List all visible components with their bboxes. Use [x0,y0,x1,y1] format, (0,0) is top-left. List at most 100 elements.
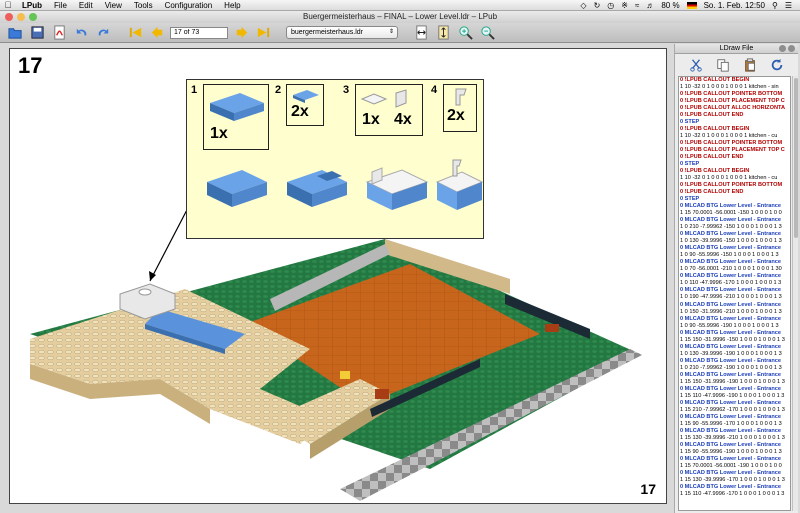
code-line[interactable]: 1 0 130 -39.9996 -190 1 0 0 0 1 0 0 0 1 … [679,351,790,358]
code-line[interactable]: 1 15 90 -55.9996 -190 1 0 0 0 1 0 0 0 1 … [679,449,790,456]
code-line[interactable]: 0 STEP [679,161,790,168]
code-line[interactable]: 1 10 -32 0 1 0 0 0 1 0 0 0 1 kitchen - s… [679,84,790,91]
next-page-button[interactable] [232,25,250,41]
page-number-input[interactable] [170,26,228,39]
code-line[interactable]: 1 15 150 -31.9996 -190 1 0 0 0 1 0 0 0 1… [679,379,790,386]
menu-help[interactable]: Help [218,0,246,11]
open-button[interactable] [6,25,24,41]
code-line[interactable]: 0 MLCAD BTG Lower Level - Entrance [679,259,790,266]
code-line[interactable]: 0 MLCAD BTG Lower Level - Entrance [679,470,790,477]
code-line[interactable]: 1 0 110 -47.9996 -170 1 0 0 0 1 0 0 0 1 … [679,280,790,287]
code-line[interactable]: 0 STEP [679,119,790,126]
fit-width-button[interactable] [412,25,430,41]
code-line[interactable]: 0 !LPUB CALLOUT END [679,112,790,119]
code-line[interactable]: 0 STEP [679,196,790,203]
code-line[interactable]: 0 MLCAD BTG Lower Level - Entrance [679,400,790,407]
last-page-button[interactable] [254,25,272,41]
code-line[interactable]: 0 MLCAD BTG Lower Level - Entrance [679,414,790,421]
save-button[interactable] [28,25,46,41]
refresh-icon[interactable] [770,58,784,72]
code-line[interactable]: 0 MLCAD BTG Lower Level - Entrance [679,442,790,449]
menu-configuration[interactable]: Configuration [159,0,219,11]
code-line[interactable]: 0 !LPUB CALLOUT BEGIN [679,126,790,133]
callout-step-1-parts[interactable]: 1x [203,84,269,150]
volume-icon[interactable]: ♬ [646,0,654,11]
code-line[interactable]: 0 MLCAD BTG Lower Level - Entrance [679,217,790,224]
code-line[interactable]: 0 !LPUB CALLOUT BEGIN [679,77,790,84]
menu-view[interactable]: View [99,0,128,11]
model-select[interactable]: buergermeisterhaus.ldr ⇕ [286,26,398,39]
code-line[interactable]: 0 !LPUB CALLOUT END [679,154,790,161]
code-line[interactable]: 1 15 90 -55.9996 -170 1 0 0 0 1 0 0 0 1 … [679,421,790,428]
code-line[interactable]: 1 15 150 -31.9996 -150 1 0 0 0 1 0 0 0 1… [679,337,790,344]
code-line[interactable]: 0 MLCAD BTG Lower Level - Entrance [679,456,790,463]
callout-assembly-images[interactable] [187,152,485,242]
menu-tools[interactable]: Tools [128,0,159,11]
fit-page-button[interactable] [434,25,452,41]
code-line[interactable]: 1 0 210 -7.99962 -150 1 0 0 0 1 0 0 0 1 … [679,224,790,231]
code-line[interactable]: 1 15 110 -47.9996 -170 1 0 0 0 1 0 0 0 1… [679,491,790,498]
dock-close-button[interactable] [788,45,795,52]
zoom-in-button[interactable] [456,25,474,41]
code-line[interactable]: 1 0 210 -7.99962 -190 1 0 0 0 1 0 0 0 1 … [679,365,790,372]
code-line[interactable]: 0 !LPUB CALLOUT PLACEMENT TOP C [679,147,790,154]
code-line[interactable]: 1 0 90 -55.9996 -190 1 0 0 0 1 0 0 0 1 3 [679,323,790,330]
code-line[interactable]: 0 MLCAD BTG Lower Level - Entrance [679,302,790,309]
callout-step-3-parts[interactable]: 1x 4x [355,84,423,136]
close-window-button[interactable] [5,13,13,21]
code-line[interactable]: 0 MLCAD BTG Lower Level - Entrance [679,330,790,337]
callout-step-2-parts[interactable]: 2x [286,84,324,126]
callout[interactable]: 1 1x 2 2x 3 1x 4x 4 2x [186,79,484,239]
instruction-page[interactable]: 17 1 1x 2 2x 3 1x 4x 4 2x 17 [9,48,667,504]
ldraw-editor[interactable]: 0 !LPUB CALLOUT BEGIN 1 10 -32 0 1 0 0 0 … [678,76,791,511]
code-line[interactable]: 0 MLCAD BTG Lower Level - Entrance [679,273,790,280]
code-line[interactable]: 1 0 190 -47.9996 -210 1 0 0 0 1 0 0 0 1 … [679,294,790,301]
code-line[interactable]: 0 MLCAD BTG Lower Level - Entrance [679,358,790,365]
spotlight-icon[interactable]: ⚲ [772,0,778,11]
code-line[interactable]: 0 MLCAD BTG Lower Level - Entrance [679,231,790,238]
code-line[interactable]: 0 MLCAD BTG Lower Level - Entrance [679,428,790,435]
ldraw-scrollbar[interactable] [792,76,798,511]
code-line[interactable]: 0 !LPUB CALLOUT END [679,189,790,196]
code-line[interactable]: 0 MLCAD BTG Lower Level - Entrance [679,386,790,393]
code-line[interactable]: 1 0 150 -31.9996 -210 1 0 0 0 1 0 0 0 1 … [679,309,790,316]
menu-edit[interactable]: Edit [73,0,99,11]
code-line[interactable]: 1 10 -32 0 1 0 0 0 1 0 0 0 1 kitchen - c… [679,175,790,182]
code-line[interactable]: 1 0 130 -39.9996 -150 1 0 0 0 1 0 0 0 1 … [679,238,790,245]
menu-file[interactable]: File [48,0,73,11]
code-line[interactable]: 0 !LPUB CALLOUT POINTER BOTTOM [679,140,790,147]
paste-icon[interactable] [743,58,757,72]
redo-button[interactable] [94,25,112,41]
notifications-icon[interactable]: ☰ [785,0,792,11]
code-line[interactable]: 1 15 210 -7.99962 -170 1 0 0 0 1 0 0 0 1… [679,407,790,414]
code-line[interactable]: 0 MLCAD BTG Lower Level - Entrance [679,372,790,379]
code-line[interactable]: 1 15 110 -47.9996 -190 1 0 0 0 1 0 0 0 1… [679,393,790,400]
code-line[interactable]: 0 !LPUB CALLOUT BEGIN [679,168,790,175]
scrollbar-thumb[interactable] [794,78,798,238]
undo-button[interactable] [72,25,90,41]
battery-text[interactable]: 80 % [661,0,679,11]
code-line[interactable]: 0 MLCAD BTG Lower Level - Entrance [679,484,790,491]
clock-icon[interactable]: ◷ [607,0,614,11]
code-line[interactable]: 1 0 90 -55.9996 -150 1 0 0 0 1 0 0 0 1 3 [679,252,790,259]
datetime[interactable]: So. 1. Feb. 12:50 [704,0,765,11]
callout-step-4-parts[interactable]: 2x [443,84,477,132]
first-page-button[interactable] [126,25,144,41]
code-line[interactable]: 0 MLCAD BTG Lower Level - Entrance [679,203,790,210]
code-line[interactable]: 1 15 70.0001 -56.0001 -150 1 0 0 0 1 0 0 [679,210,790,217]
apple-icon[interactable]:  [0,0,16,11]
code-line[interactable]: 0 !LPUB CALLOUT PLACEMENT TOP C [679,98,790,105]
code-line[interactable]: 1 15 130 -39.9996 -210 1 0 0 0 1 0 0 0 1… [679,435,790,442]
cut-icon[interactable] [689,58,703,72]
bluetooth-icon[interactable]: ※ [621,0,628,11]
code-line[interactable]: 0 MLCAD BTG Lower Level - Entrance [679,287,790,294]
dropbox-icon[interactable]: ◇ [580,0,586,11]
dock-float-button[interactable] [779,45,786,52]
code-line[interactable]: 1 15 70.0001 -56.0001 -190 1 0 0 0 1 0 0 [679,463,790,470]
code-line[interactable]: 0 !LPUB CALLOUT POINTER BOTTOM [679,182,790,189]
code-line[interactable]: 0 !LPUB CALLOUT POINTER BOTTOM [679,91,790,98]
copy-icon[interactable] [716,58,730,72]
code-line[interactable]: 1 0 70 -56.0001 -210 1 0 0 0 1 0 0 0 1 3… [679,266,790,273]
code-line[interactable]: 0 !LPUB CALLOUT ALLOC HORIZONTA [679,105,790,112]
export-pdf-button[interactable] [50,25,68,41]
